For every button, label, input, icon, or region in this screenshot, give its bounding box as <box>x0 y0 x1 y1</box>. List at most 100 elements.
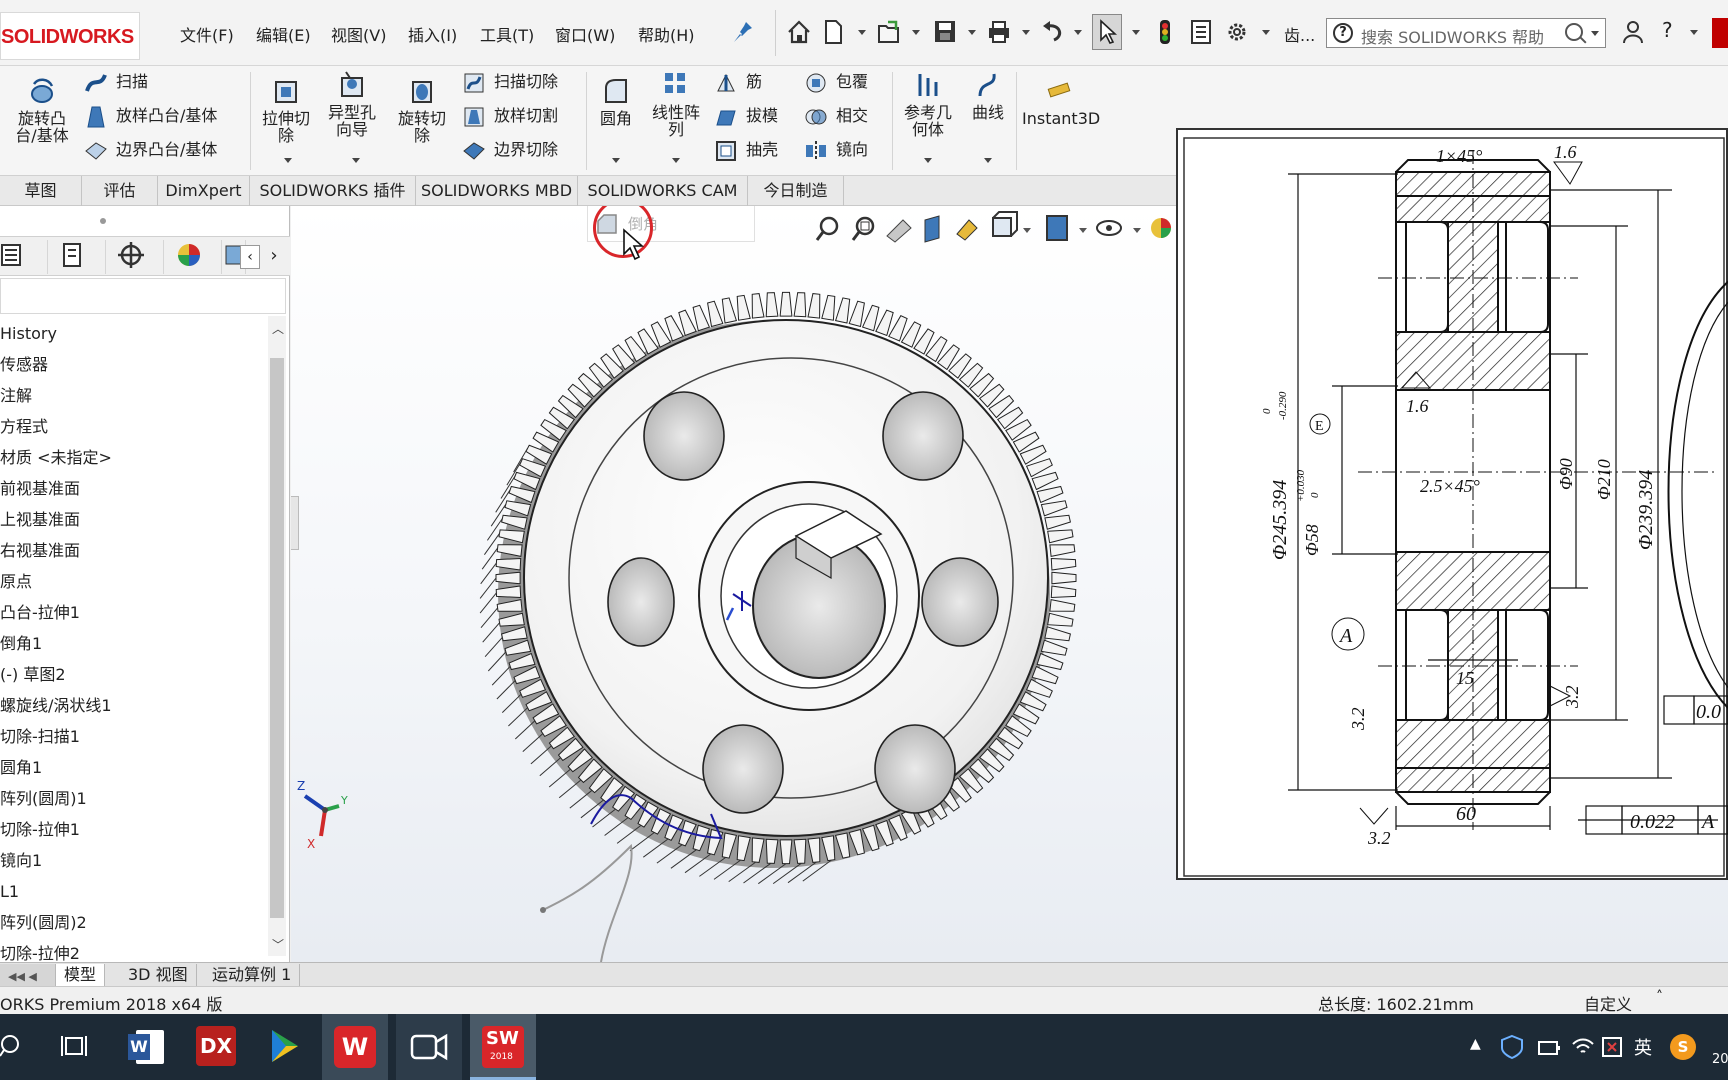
reference-geometry-button[interactable]: 参考几何体 <box>898 70 958 138</box>
rib-button[interactable]: 筋 <box>714 68 762 96</box>
menu-view[interactable]: 视图(V) <box>331 22 386 46</box>
word-app-icon[interactable]: W <box>128 1028 166 1066</box>
property-manager-tab[interactable] <box>48 240 106 274</box>
tab-motion-study[interactable]: 运动算例 1 <box>204 964 301 986</box>
tray-overflow-arrow[interactable]: ▲ <box>1470 1036 1481 1052</box>
volume-muted-icon[interactable] <box>1600 1034 1626 1060</box>
mirror-button[interactable]: 镜向 <box>804 136 868 164</box>
tree-item[interactable]: 阵列(圆周)1 <box>0 787 87 811</box>
tree-vertical-scrollbar[interactable]: ︿ ﹀ <box>268 316 286 956</box>
tabs-scroll-right-button[interactable]: › <box>262 245 286 269</box>
display-manager-tab[interactable] <box>164 240 222 274</box>
options-gear-icon[interactable] <box>1224 18 1250 46</box>
hole-wizard-button[interactable]: 异型孔向导 <box>322 70 382 138</box>
rebuild-traffic-light-icon[interactable] <box>1152 18 1178 46</box>
status-units-custom[interactable]: 自定义 <box>1584 991 1632 1015</box>
shell-button[interactable]: 抽壳 <box>714 136 778 164</box>
save-icon[interactable] <box>932 18 958 46</box>
revolve-boss-button[interactable]: 旋转凸台/基体 <box>10 76 74 144</box>
tree-item[interactable]: 传感器 <box>0 353 48 377</box>
file-properties-icon[interactable] <box>1188 18 1214 46</box>
tree-item[interactable]: 圆角1 <box>0 756 42 780</box>
boundary-boss-button[interactable]: 边界凸台/基体 <box>84 136 217 164</box>
pin-icon[interactable] <box>730 18 756 46</box>
solidworks-logo[interactable]: SOLIDWORKS <box>0 12 140 60</box>
task-view-icon[interactable] <box>60 1034 90 1060</box>
undo-icon[interactable] <box>1040 18 1066 46</box>
sweep-button[interactable]: 扫描 <box>84 68 148 96</box>
wrap-button[interactable]: 包覆 <box>804 68 868 96</box>
tree-item[interactable]: 凸台-拉伸1 <box>0 601 80 625</box>
menu-edit[interactable]: 编辑(E) <box>256 22 311 46</box>
scrollbar-thumb[interactable] <box>270 358 284 918</box>
tree-item[interactable]: 切除-拉伸1 <box>0 818 80 842</box>
tab-3d-view[interactable]: 3D 视图 <box>120 964 197 986</box>
tree-item[interactable]: 注解 <box>0 384 32 408</box>
new-document-icon[interactable] <box>820 18 846 46</box>
help-search-box[interactable]: ? 搜索 SOLIDWORKS 帮助 <box>1326 18 1606 48</box>
instant3d-button[interactable]: Instant3D <box>1022 76 1100 127</box>
solidworks-taskbar-app[interactable]: SW 2018 <box>470 1014 536 1080</box>
menu-help[interactable]: 帮助(H) <box>638 22 695 46</box>
scroll-up-arrow[interactable]: ︿ <box>272 320 284 337</box>
search-icon[interactable] <box>1565 23 1583 41</box>
tree-item[interactable]: 前视基准面 <box>0 477 80 501</box>
scroll-down-arrow[interactable]: ﹀ <box>272 936 284 953</box>
menu-tools[interactable]: 工具(T) <box>480 22 534 46</box>
menu-insert[interactable]: 插入(I) <box>408 22 457 46</box>
tab-solidworks-addins[interactable]: SOLIDWORKS 插件 <box>250 176 416 206</box>
tree-item[interactable]: 切除-扫描1 <box>0 725 80 749</box>
help-button[interactable]: ? <box>1662 18 1673 42</box>
menu-window[interactable]: 窗口(W) <box>555 22 615 46</box>
tree-item[interactable]: History <box>0 322 57 346</box>
tab-evaluate[interactable]: 评估 <box>82 176 158 206</box>
tree-item[interactable]: (-) 草图2 <box>0 663 66 687</box>
menu-file[interactable]: 文件(F) <box>180 22 234 46</box>
tab-scroll-buttons[interactable]: ◀◀ ◀ ▶ <box>0 964 56 1007</box>
player-app-icon[interactable] <box>264 1026 304 1066</box>
boundary-cut-button[interactable]: 边界切除 <box>462 136 558 164</box>
user-icon[interactable] <box>1620 18 1646 46</box>
tree-item[interactable]: 螺旋线/涡状线1 <box>0 694 112 718</box>
units-dropdown-arrow[interactable]: ˄ <box>1656 989 1663 1005</box>
tree-item[interactable]: 镜向1 <box>0 849 42 873</box>
tab-make-today[interactable]: 今日制造 <box>748 176 844 206</box>
loft-boss-button[interactable]: 放样凸台/基体 <box>84 102 217 130</box>
ime-indicator[interactable]: 英 <box>1634 1034 1652 1060</box>
configuration-manager-tab[interactable] <box>106 240 164 274</box>
fillet-button[interactable]: 圆角 <box>592 76 640 127</box>
open-icon[interactable] <box>876 18 902 46</box>
tree-item[interactable]: L1 <box>0 880 19 904</box>
tab-dimxpert[interactable]: DimXpert <box>158 176 250 206</box>
panel-collapse-handle[interactable] <box>291 496 299 550</box>
wps-app-active[interactable]: W <box>322 1014 388 1080</box>
tab-solidworks-mbd[interactable]: SOLIDWORKS MBD <box>416 176 578 206</box>
tree-item[interactable]: 方程式 <box>0 415 48 439</box>
draft-button[interactable]: 拔模 <box>714 102 778 130</box>
feature-tree-filter[interactable] <box>0 278 286 314</box>
tree-item[interactable]: 阵列(圆周)2 <box>0 911 87 935</box>
tree-item[interactable]: 上视基准面 <box>0 508 80 532</box>
swept-cut-button[interactable]: 扫描切除 <box>462 68 558 96</box>
window-close-partial[interactable] <box>1712 18 1728 48</box>
feature-tree-tab[interactable] <box>0 240 48 274</box>
lofted-cut-button[interactable]: 放样切割 <box>462 102 558 130</box>
extruded-cut-button[interactable]: 拉伸切除 <box>256 76 316 144</box>
clock-partial[interactable]: 20 <box>1712 1052 1728 1067</box>
tree-item[interactable]: 倒角1 <box>0 632 42 656</box>
tree-item[interactable]: 原点 <box>0 570 32 594</box>
intersect-button[interactable]: 相交 <box>804 102 868 130</box>
linear-pattern-button[interactable]: 线性阵列 <box>646 70 706 138</box>
select-cursor-icon[interactable] <box>1094 18 1120 46</box>
tree-item[interactable]: 材质 <未指定> <box>0 446 112 470</box>
print-icon[interactable] <box>986 18 1012 46</box>
search-icon[interactable] <box>0 1032 24 1062</box>
tree-item[interactable]: 右视基准面 <box>0 539 80 563</box>
dx-app-icon[interactable]: DX <box>196 1026 236 1066</box>
home-icon[interactable] <box>786 18 812 46</box>
tab-model[interactable]: 模型 <box>56 964 106 986</box>
revolved-cut-button[interactable]: 旋转切除 <box>392 76 452 144</box>
tab-solidworks-cam[interactable]: SOLIDWORKS CAM <box>578 176 748 206</box>
security-shield-icon[interactable] <box>1500 1034 1524 1060</box>
tab-sketch[interactable]: 草图 <box>0 176 82 206</box>
